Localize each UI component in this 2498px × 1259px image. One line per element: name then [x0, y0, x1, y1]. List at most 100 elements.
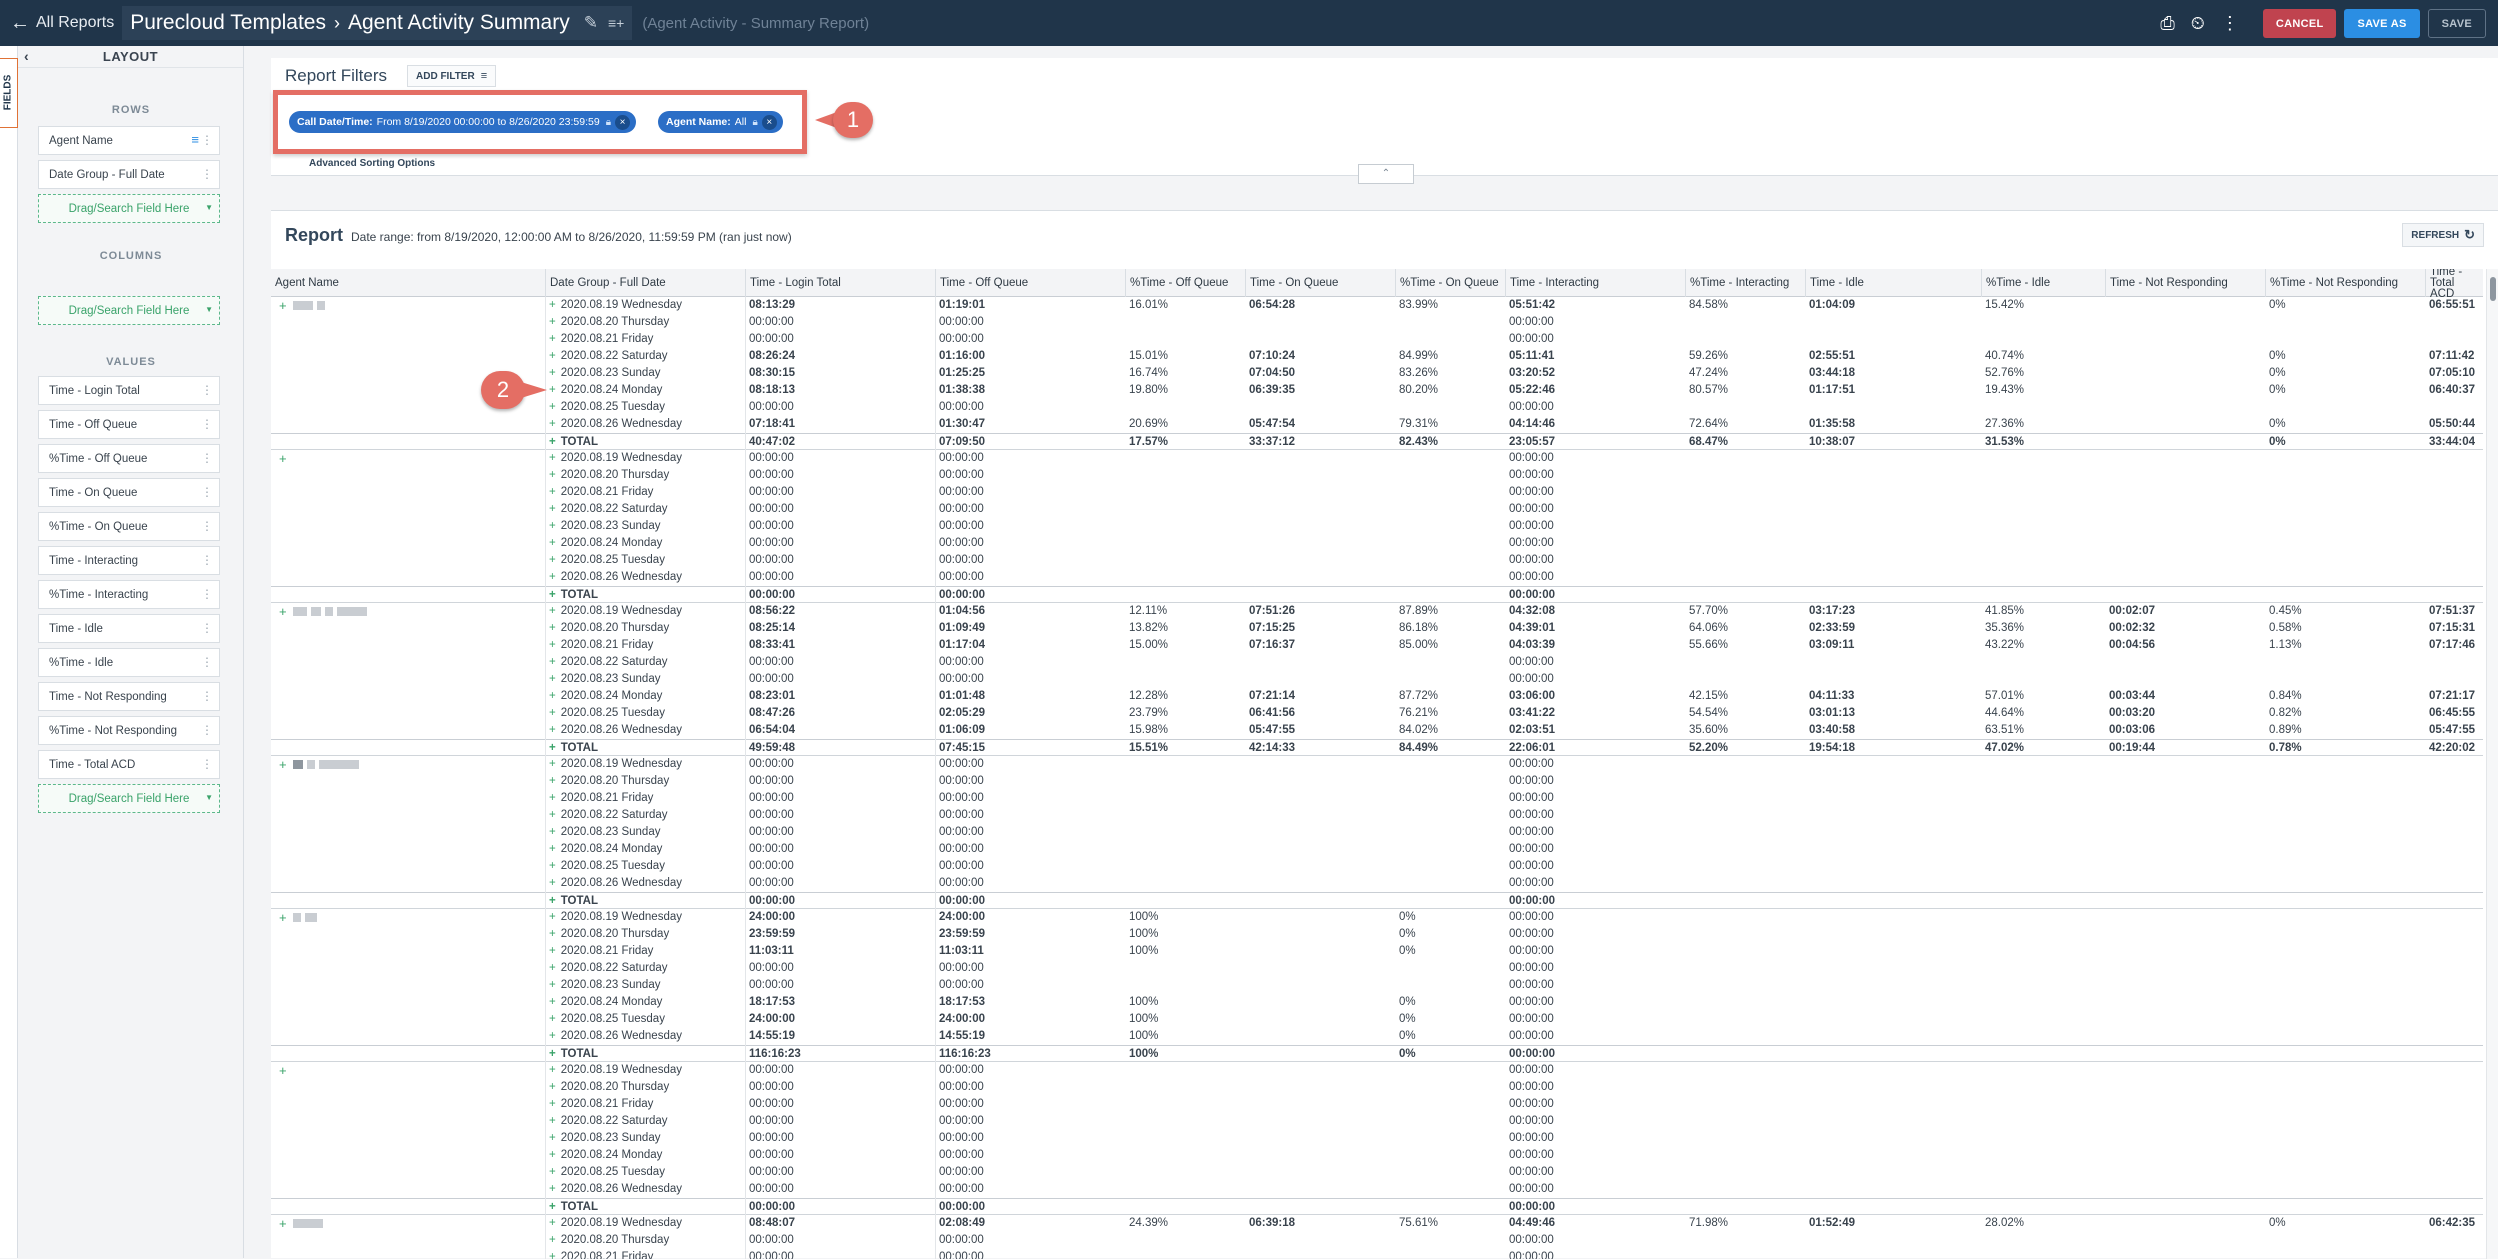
column-header[interactable]: Time - Not Responding	[2105, 269, 2261, 297]
print-icon[interactable]: ⎙	[2160, 13, 2174, 34]
column-header[interactable]: Time - Idle	[1805, 269, 1977, 297]
expand-plus-icon[interactable]: +	[549, 928, 556, 940]
column-header[interactable]: Time - Off Queue	[935, 269, 1121, 297]
expand-plus-icon[interactable]: +	[549, 503, 556, 515]
filter-chip-agent-name[interactable]: Agent Name: All 🔒︎ ×	[658, 111, 783, 133]
expand-plus-icon[interactable]: +	[549, 1149, 556, 1161]
expand-plus-icon[interactable]: +	[549, 1064, 556, 1076]
expand-plus-icon[interactable]: +	[549, 333, 556, 345]
value-field[interactable]: Time - Total ACD ⋮	[38, 750, 220, 779]
save-button[interactable]: SAVE	[2427, 9, 2486, 38]
drag-handle-icon[interactable]: ⋮	[201, 553, 213, 567]
expand-plus-icon[interactable]: +	[549, 350, 556, 362]
expand-plus-icon[interactable]: +	[549, 707, 556, 719]
value-field[interactable]: Time - Idle ⋮	[38, 614, 220, 643]
expand-plus-icon[interactable]: +	[549, 962, 556, 974]
caret-down-icon[interactable]: ▼	[205, 305, 213, 314]
drag-handle-icon[interactable]: ⋮	[201, 451, 213, 465]
expand-plus-icon[interactable]: +	[549, 996, 556, 1008]
column-header[interactable]: Date Group - Full Date	[545, 269, 741, 297]
drag-handle-icon[interactable]: ⋮	[201, 485, 213, 499]
expand-plus-icon[interactable]: +	[549, 1132, 556, 1144]
schedule-icon[interactable]: ⏲	[2191, 13, 2205, 34]
close-icon[interactable]: ×	[615, 114, 631, 130]
scrollbar-thumb[interactable]	[2490, 277, 2496, 301]
expand-plus-icon[interactable]: +	[549, 1013, 556, 1025]
fields-tab[interactable]: FIELDS	[0, 58, 18, 128]
expand-plus-icon[interactable]: +	[549, 520, 556, 532]
expand-plus-icon[interactable]: +	[549, 418, 556, 430]
values-drop-zone[interactable]: Drag/Search Field Here ▼	[38, 784, 220, 813]
expand-plus-icon[interactable]: +	[549, 656, 556, 668]
expand-plus-icon[interactable]: +	[549, 792, 556, 804]
expand-plus-icon[interactable]: +	[549, 1048, 556, 1060]
expand-plus-icon[interactable]: +	[549, 639, 556, 651]
lock-icon[interactable]: 🔒︎	[606, 117, 611, 128]
expand-plus-icon[interactable]: +	[549, 843, 556, 855]
drag-handle-icon[interactable]: ⋮	[201, 383, 213, 397]
expand-plus-icon[interactable]: +	[549, 316, 556, 328]
value-field[interactable]: Time - Not Responding ⋮	[38, 682, 220, 711]
value-field[interactable]: Time - Interacting ⋮	[38, 546, 220, 575]
column-header[interactable]: Time - Total ACD	[2425, 269, 2479, 299]
row-field-date-group[interactable]: Date Group - Full Date ⋮	[38, 160, 220, 189]
expand-plus-icon[interactable]: +	[549, 622, 556, 634]
expand-plus-icon[interactable]: +	[549, 1183, 556, 1195]
expand-plus-icon[interactable]: +	[549, 775, 556, 787]
collapse-chevron-icon[interactable]: ‹	[24, 48, 29, 64]
expand-plus-icon[interactable]: +	[549, 911, 556, 923]
expand-plus-icon[interactable]: +	[549, 1166, 556, 1178]
expand-plus-icon[interactable]: +	[549, 1030, 556, 1042]
value-field[interactable]: %Time - On Queue ⋮	[38, 512, 220, 541]
expand-plus-icon[interactable]: +	[549, 299, 556, 311]
column-header[interactable]: %Time - Idle	[1981, 269, 2101, 297]
lock-icon[interactable]: 🔒︎	[752, 117, 757, 128]
column-header[interactable]: %Time - Interacting	[1685, 269, 1801, 297]
value-field[interactable]: %Time - Interacting ⋮	[38, 580, 220, 609]
drag-handle-icon[interactable]: ⋮	[201, 133, 213, 147]
value-field[interactable]: %Time - Not Responding ⋮	[38, 716, 220, 745]
column-header[interactable]: Time - On Queue	[1245, 269, 1391, 297]
expand-plus-icon[interactable]: +	[549, 945, 556, 957]
drag-handle-icon[interactable]: ⋮	[201, 655, 213, 669]
caret-down-icon[interactable]: ▼	[205, 793, 213, 802]
expand-plus-icon[interactable]: +	[549, 1234, 556, 1246]
expand-plus-icon[interactable]: +	[549, 690, 556, 702]
breadcrumb-folder[interactable]: Purecloud Templates	[130, 11, 326, 35]
expand-plus-icon[interactable]: +	[549, 1217, 556, 1229]
column-header[interactable]: %Time - On Queue	[1395, 269, 1501, 297]
expand-plus-icon[interactable]: +	[549, 589, 556, 601]
add-description-icon[interactable]: ≡+	[608, 15, 624, 31]
expand-plus-icon[interactable]: +	[549, 486, 556, 498]
value-field[interactable]: %Time - Idle ⋮	[38, 648, 220, 677]
drag-handle-icon[interactable]: ⋮	[201, 519, 213, 533]
expand-plus-icon[interactable]: +	[549, 1081, 556, 1093]
expand-plus-icon[interactable]: +	[549, 979, 556, 991]
value-field[interactable]: %Time - Off Queue ⋮	[38, 444, 220, 473]
expand-plus-icon[interactable]: +	[549, 537, 556, 549]
column-header[interactable]: Time - Login Total	[745, 269, 931, 297]
caret-down-icon[interactable]: ▼	[205, 203, 213, 212]
expand-plus-icon[interactable]: +	[549, 605, 556, 617]
column-header[interactable]: %Time - Not Responding	[2265, 269, 2421, 297]
save-as-button[interactable]: SAVE AS	[2344, 9, 2420, 38]
expand-plus-icon[interactable]: +	[549, 469, 556, 481]
expand-plus-icon[interactable]: +	[549, 436, 556, 448]
expand-plus-icon[interactable]: +	[549, 554, 556, 566]
drag-handle-icon[interactable]: ⋮	[201, 689, 213, 703]
value-field[interactable]: Time - Off Queue ⋮	[38, 410, 220, 439]
cancel-button[interactable]: CANCEL	[2262, 9, 2337, 38]
collapse-filters-handle[interactable]: ⌃	[1358, 164, 1414, 184]
vertical-scrollbar[interactable]	[2486, 269, 2498, 1259]
all-reports-link[interactable]: ← All Reports	[0, 0, 114, 46]
expand-plus-icon[interactable]: +	[549, 673, 556, 685]
add-filter-button[interactable]: ADD FILTER ≡	[407, 65, 497, 87]
value-field[interactable]: Time - Login Total ⋮	[38, 376, 220, 405]
drag-handle-icon[interactable]: ⋮	[201, 723, 213, 737]
expand-plus-icon[interactable]: +	[549, 860, 556, 872]
expand-plus-icon[interactable]: +	[549, 758, 556, 770]
expand-plus-icon[interactable]: +	[549, 1201, 556, 1213]
pencil-icon[interactable]: ✎	[584, 13, 598, 33]
expand-plus-icon[interactable]: +	[549, 826, 556, 838]
advanced-sorting-link[interactable]: Advanced Sorting Options	[309, 158, 435, 169]
